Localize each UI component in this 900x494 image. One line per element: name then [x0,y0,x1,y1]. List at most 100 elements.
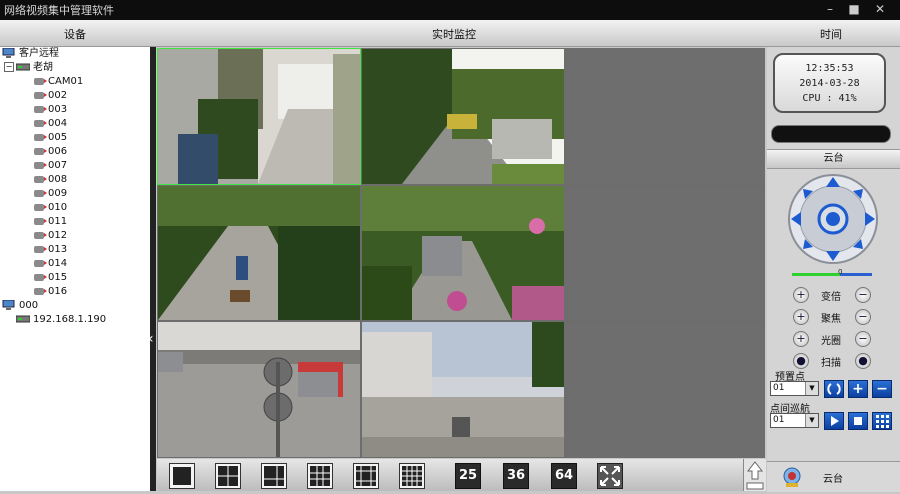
footer-ptz-tab[interactable]: 云台 [767,461,900,492]
dvr-icon [15,314,31,324]
clock-display: 12:35:53 2014-03-28 CPU : 41% [773,53,886,113]
clock-time: 12:35:53 [805,63,854,74]
minimize-button[interactable]: – [822,1,838,17]
video-tile-4[interactable] [158,186,360,320]
scroll-up-button[interactable] [743,459,766,491]
camera-feed-2 [362,49,564,184]
video-tile-1[interactable] [157,48,361,185]
tree-camera-label: 005 [48,132,68,143]
iris-label: 光圈 [821,336,841,347]
scan-stop-button[interactable]: ● [855,353,871,369]
cruise-grid-button[interactable] [872,412,892,430]
zoom-control: + 变倍 − [793,287,877,303]
tree-camera-item[interactable]: 005 [34,131,67,145]
layout-6-button[interactable] [261,463,287,489]
right-panel: 12:35:53 2014-03-28 CPU : 41% 云台 0 + 变倍 … [767,47,900,491]
tree-root-remote[interactable]: 客户远程 [2,47,59,61]
camera-feed-7 [158,322,360,457]
tree-camera-label: 003 [48,104,68,115]
camera-feed-4 [158,186,360,320]
focus-in-button[interactable]: + [793,309,809,325]
video-tile-9[interactable] [566,322,764,457]
ptz-speed-slider[interactable]: 0 [792,268,872,277]
tree-camera-item[interactable]: 011 [34,215,67,229]
focus-out-button[interactable]: − [855,309,871,325]
stop-icon [854,417,862,425]
tree-camera-item[interactable]: 012 [34,229,67,243]
video-tile-7[interactable] [158,322,360,457]
tree-root2-label: 000 [19,300,39,311]
tree-camera-item[interactable]: 013 [34,243,67,257]
maximize-button[interactable]: ■ [846,1,862,17]
device-tree: 客户远程 − 老胡 CAM01 002 003 004 005 006 007 008 009 01… [0,47,151,491]
tree-camera-label: 010 [48,202,68,213]
tree-splitter[interactable] [150,47,156,491]
camera-icon [34,161,47,169]
layout-16-button[interactable] [399,463,425,489]
focus-control: + 聚焦 − [793,309,877,325]
preset-add-button[interactable]: + [848,380,868,398]
tab-live[interactable]: 实时监控 [432,26,476,42]
tab-time[interactable]: 时间 [820,26,842,42]
tree-camera-item[interactable]: 007 [34,159,67,173]
video-tile-2[interactable] [362,49,564,184]
slider-fill [792,273,840,276]
tree-camera-item[interactable]: 014 [34,257,67,271]
tab-device[interactable]: 设备 [64,26,86,42]
cruise-stop-button[interactable] [848,412,868,430]
layout-1-button[interactable] [169,463,195,489]
tree-camera-item[interactable]: 015 [34,271,67,285]
tree-camera-label: 006 [48,146,68,157]
camera-icon [34,189,47,197]
layout-4-button[interactable] [215,463,241,489]
scan-start-button[interactable]: ● [793,353,809,369]
cruise-select[interactable]: 01 ▼ [770,413,819,428]
camera-icon [34,217,47,225]
video-tile-6[interactable] [566,186,764,320]
tree-camera-item[interactable]: 016 [34,285,67,299]
video-tile-3[interactable] [566,49,764,184]
device-ip-label: 192.168.1.190 [33,314,107,325]
cruise-play-button[interactable] [824,412,844,430]
iris-close-button[interactable]: − [855,331,871,347]
tree-group[interactable]: − 老胡 [4,61,53,75]
tree-device-ip[interactable]: 192.168.1.190 [15,313,107,327]
fullscreen-button[interactable] [597,463,623,489]
tree-camera-label: 012 [48,230,68,241]
scan-label: 扫描 [821,358,841,369]
cruise-value: 01 [773,415,785,425]
layout-36-button[interactable]: 36 [503,463,529,489]
layout-64-button[interactable]: 64 [551,463,577,489]
tree-camera-item[interactable]: 009 [34,187,67,201]
ptz-direction-pad[interactable] [787,173,879,265]
tree-root-000[interactable]: 000 [2,299,38,313]
video-tile-5[interactable] [362,186,564,320]
layout-13-button[interactable] [353,463,379,489]
collapse-toggle-icon[interactable]: − [4,62,14,72]
layout-9-button[interactable] [307,463,333,489]
tree-camera-item[interactable]: 010 [34,201,67,215]
preset-call-button[interactable] [824,380,844,398]
tree-camera-item[interactable]: CAM01 [34,75,83,89]
zoom-out-button[interactable]: − [855,287,871,303]
tree-camera-label: 007 [48,160,68,171]
tree-camera-label: 014 [48,258,68,269]
tree-camera-item[interactable]: 008 [34,173,67,187]
layout-25-button[interactable]: 25 [455,463,481,489]
zoom-in-button[interactable]: + [793,287,809,303]
tree-camera-item[interactable]: 004 [34,117,67,131]
close-button[interactable]: ✕ [872,1,888,17]
tree-camera-item[interactable]: 006 [34,145,67,159]
preset-remove-button[interactable]: − [872,380,892,398]
preset-select[interactable]: 01 ▼ [770,381,819,396]
video-tile-8[interactable] [362,322,564,457]
camera-icon [34,203,47,211]
iris-open-button[interactable]: + [793,331,809,347]
grid-icon [876,415,889,428]
camera-icon [34,147,47,155]
tree-camera-item[interactable]: 002 [34,89,67,103]
ptz-header: 云台 [767,149,900,169]
tree-camera-item[interactable]: 003 [34,103,67,117]
tree-root-label: 客户远程 [19,48,59,59]
tree-camera-label: 016 [48,286,68,297]
